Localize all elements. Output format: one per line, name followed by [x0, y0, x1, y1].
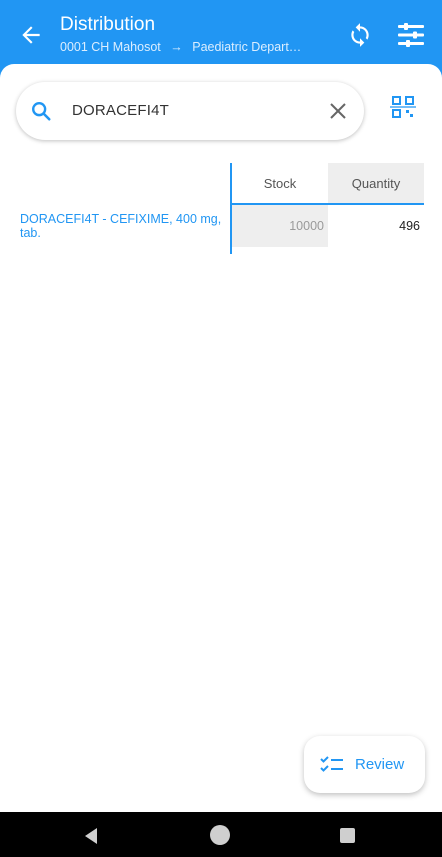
item-name[interactable]: DORACEFI4T - CEFIXIME, 400 mg, tab. — [20, 212, 226, 240]
search-bar[interactable]: DORACEFI4T — [16, 82, 364, 140]
sync-icon[interactable] — [347, 22, 373, 48]
page-title: Distribution — [60, 14, 156, 35]
column-header-quantity: Quantity — [328, 163, 424, 203]
close-icon[interactable] — [328, 101, 348, 121]
checklist-icon — [320, 756, 343, 772]
search-icon — [32, 102, 51, 121]
app-header: Distribution 0001 CH Mahosot → Paediatri… — [0, 0, 442, 70]
nav-recents-icon[interactable] — [340, 828, 355, 843]
stock-cell: 10000 — [232, 205, 328, 247]
system-nav-bar — [0, 812, 442, 857]
review-label: Review — [355, 756, 405, 773]
source-store: 0001 CH Mahosot — [60, 40, 161, 54]
subtitle-arrow: → — [170, 40, 183, 54]
column-header-stock: Stock — [263, 175, 297, 191]
main-content: DORACEFI4T Stock Quantity DORACEFI4T - C… — [0, 64, 442, 812]
nav-home-icon[interactable] — [210, 825, 230, 845]
quantity-cell[interactable]: 496 — [328, 205, 424, 247]
destination-store: Paediatric Depart… — [192, 40, 302, 54]
search-input[interactable]: DORACEFI4T — [72, 102, 169, 119]
filter-icon[interactable] — [396, 22, 426, 48]
page-subtitle: 0001 CH Mahosot → Paediatric Depart… — [60, 40, 301, 54]
qr-scan-icon[interactable] — [390, 94, 416, 120]
nav-back-icon[interactable] — [83, 827, 99, 845]
back-arrow-icon[interactable] — [18, 22, 44, 48]
review-button[interactable]: Review — [304, 736, 425, 793]
